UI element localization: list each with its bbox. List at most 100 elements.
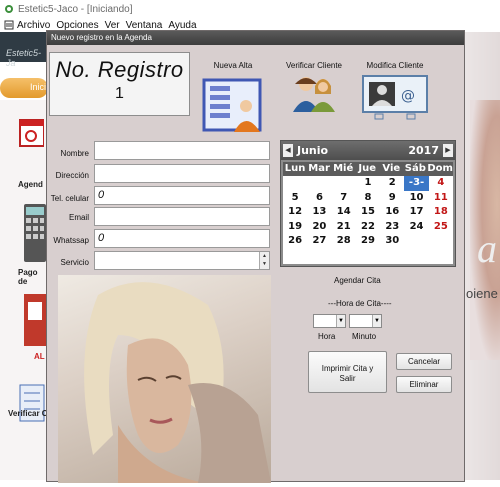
email-label: Email	[68, 213, 89, 222]
menu-archivo[interactable]: Archivo	[17, 20, 50, 31]
cancelar-button[interactable]: Cancelar	[396, 353, 452, 370]
hora-label: Hora	[318, 332, 336, 341]
weekday-header: Mar	[308, 163, 330, 174]
calendar-day[interactable]: 4	[429, 176, 453, 191]
calendar-day[interactable]: 5	[283, 191, 307, 206]
calendar-day[interactable]: 11	[429, 191, 453, 206]
tel-celular-label: Tel. celular	[50, 194, 89, 203]
background-word: oiene	[466, 286, 498, 301]
hora-cita-label: ---Hora de Cita----	[328, 299, 392, 308]
calendar-day[interactable]: 10	[404, 191, 428, 206]
calendar-day[interactable]: 19	[283, 220, 307, 235]
servicio-label: Servicio	[60, 258, 89, 267]
minuto-dropdown-icon[interactable]: ▼	[372, 315, 381, 327]
background-label-verificar: Verificar C	[8, 409, 48, 418]
calendar-day[interactable]: 17	[404, 205, 428, 220]
calendar-empty-cell	[429, 234, 453, 249]
calendar-day[interactable]: 24	[404, 220, 428, 235]
calendar-prev-icon[interactable]: ◀	[283, 144, 293, 157]
calendar-day[interactable]: 8	[356, 191, 380, 206]
menu-ver[interactable]: Ver	[105, 20, 120, 31]
calendar-day[interactable]: 29	[356, 234, 380, 249]
hora-dropdown-icon[interactable]: ▼	[336, 315, 345, 327]
calendar-next-icon[interactable]: ▶	[443, 144, 453, 157]
weekday-header: Sáb	[404, 163, 426, 174]
calendar-day[interactable]: 18	[429, 205, 453, 220]
calendar-day[interactable]: 23	[380, 220, 404, 235]
nombre-label: Nombre	[60, 149, 89, 158]
agenda-dialog: Nuevo registro en la Agenda No. Registro…	[46, 30, 465, 483]
weekday-header: Vie	[382, 163, 401, 174]
calendar-body: Lun Mar Mié Jue Vie Sáb Dom 1 2 -3- 4 5 6 7 8 9 10 11 12 1…	[283, 162, 453, 264]
menu-opciones[interactable]: Opciones	[56, 20, 98, 31]
calendar-day[interactable]: 21	[332, 220, 356, 235]
eliminar-button[interactable]: Eliminar	[396, 376, 452, 393]
background-label-pago: Pago de	[18, 268, 38, 286]
portrait-illustration	[84, 282, 271, 483]
background-sidebar: Agend Pago de AL Verificar C	[0, 100, 48, 480]
menu-ayuda[interactable]: Ayuda	[168, 20, 196, 31]
calendar-empty-cell	[307, 176, 331, 191]
calendar-day[interactable]: 20	[307, 220, 331, 235]
direccion-label: Dirección	[55, 171, 89, 180]
calendar-day[interactable]: 6	[307, 191, 331, 206]
weekday-header: Mié	[333, 163, 354, 174]
spinner-down-icon[interactable]: ▼	[260, 260, 269, 268]
nueva-alta-label: Nueva Alta	[213, 61, 253, 70]
portrait-photo	[58, 275, 271, 483]
nombre-field[interactable]	[94, 141, 270, 160]
background-tab: Estetic5-Ja	[0, 32, 48, 68]
modifica-cliente-button[interactable]: Modifica Cliente @	[359, 61, 431, 124]
calendar-day[interactable]: 26	[283, 234, 307, 249]
calendar-day[interactable]: 16	[380, 205, 404, 220]
calendar-year: 2017	[408, 144, 439, 157]
email-field[interactable]	[94, 207, 270, 226]
verificar-cliente-button[interactable]: Verificar Cliente	[285, 61, 343, 114]
modify-client-icon: @	[362, 75, 428, 120]
nueva-alta-button[interactable]: Nueva Alta	[201, 61, 265, 134]
calendar-side-icon[interactable]	[18, 116, 44, 172]
calendar-day[interactable]: 30	[380, 234, 404, 249]
agendar-cita-label: Agendar Cita	[334, 276, 381, 285]
calendar-day[interactable]: -3-	[404, 176, 429, 191]
calculator-side-icon[interactable]	[22, 202, 46, 262]
imprimir-cita-button[interactable]: Imprimir Cita y Salir	[308, 351, 387, 393]
menu-doc-icon	[4, 20, 14, 30]
hora-select[interactable]: ▼	[313, 314, 346, 328]
calendar-day[interactable]: 28	[332, 234, 356, 249]
registro-title: No. Registro	[55, 57, 184, 82]
background-start-pill[interactable]: Inici	[0, 78, 48, 98]
background-script-letter: a	[477, 226, 497, 271]
spinner-up-icon[interactable]: ▲	[260, 252, 269, 260]
calendar-empty-cell	[332, 176, 356, 191]
menu-ventana[interactable]: Ventana	[126, 20, 163, 31]
whatssap-field[interactable]: 0	[94, 229, 270, 248]
calendar-day[interactable]: 7	[332, 191, 356, 206]
calendar-header: ◀ Junio 2017 ▶	[281, 141, 455, 160]
calendar-days: 1 2 -3- 4 5 6 7 8 9 10 11 12 13 14 15 16 17 18 19 20 21 22 23 2…	[283, 176, 453, 249]
tel-celular-field[interactable]: 0	[94, 186, 270, 205]
calendar-day[interactable]: 14	[332, 205, 356, 220]
registro-number: 1	[115, 85, 124, 102]
whatssap-label: Whatssap	[53, 236, 89, 245]
report-side-icon[interactable]	[22, 292, 46, 348]
servicio-select[interactable]: ▲ ▼	[94, 251, 270, 270]
calendar: ◀ Junio 2017 ▶ Lun Mar Mié Jue Vie Sáb Dom 12-…	[280, 140, 456, 267]
calendar-day[interactable]: 1	[356, 176, 380, 191]
calendar-day[interactable]: 2	[380, 176, 404, 191]
verify-client-icon	[293, 77, 335, 112]
weekday-header: Dom	[427, 163, 453, 174]
app-logo-icon	[5, 5, 13, 13]
calendar-day[interactable]: 12	[283, 205, 307, 220]
calendar-day[interactable]: 27	[307, 234, 331, 249]
calendar-empty-cell	[404, 234, 428, 249]
calendar-day[interactable]: 15	[356, 205, 380, 220]
calendar-day[interactable]: 13	[307, 205, 331, 220]
direccion-field[interactable]	[94, 164, 270, 183]
minuto-select[interactable]: ▼	[349, 314, 382, 328]
servicio-spinner[interactable]: ▲ ▼	[259, 252, 269, 269]
calendar-day[interactable]: 25	[429, 220, 453, 235]
calendar-day[interactable]: 22	[356, 220, 380, 235]
svg-text:@: @	[401, 88, 415, 104]
calendar-day[interactable]: 9	[380, 191, 404, 206]
